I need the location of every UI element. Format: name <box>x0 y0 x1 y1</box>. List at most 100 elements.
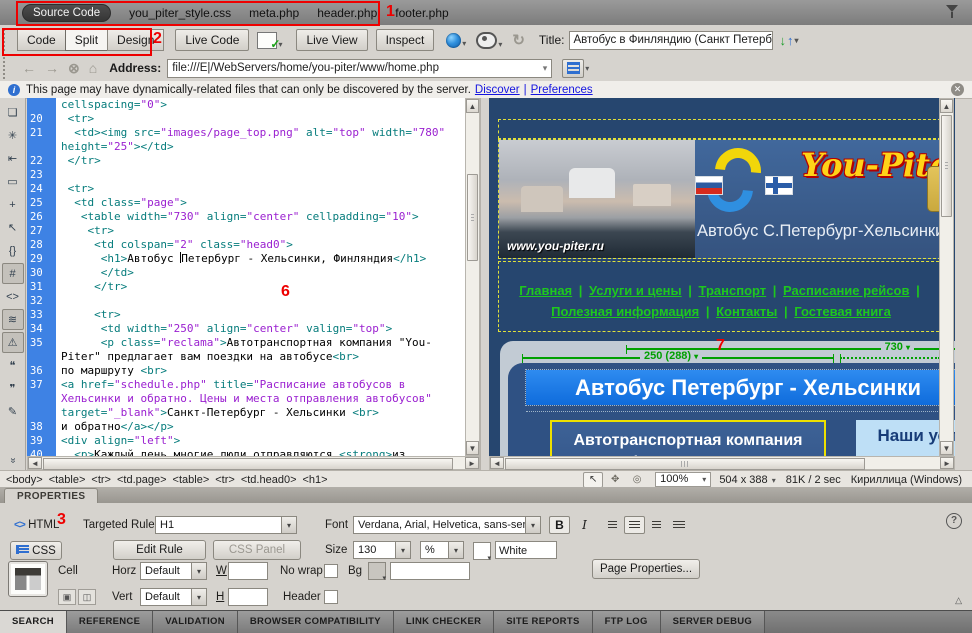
format-source-icon[interactable]: ✎ <box>2 401 24 422</box>
preview-in-browser-icon[interactable]: ▾ <box>446 33 466 48</box>
scroll-right-icon[interactable]: ► <box>465 457 479 469</box>
results-tab-search[interactable]: SEARCH <box>0 611 67 633</box>
design-horizontal-scrollbar[interactable]: ◄ ► <box>489 456 955 470</box>
design-scroll-thumb[interactable] <box>941 115 952 217</box>
select-parent-tag-icon[interactable]: ↖ <box>2 217 24 238</box>
related-file-tab[interactable]: footer.php <box>395 6 448 20</box>
collapse-selection-icon[interactable]: ▭ <box>2 171 24 192</box>
code-vertical-scrollbar[interactable]: ▲ ▼ <box>465 98 480 456</box>
column-width-bar-250[interactable]: 250 (288) ▾ <box>522 357 834 359</box>
navbar-grip[interactable] <box>3 57 10 79</box>
italic-button[interactable]: I <box>574 516 595 534</box>
results-tab-link-checker[interactable]: LINK CHECKER <box>394 611 494 633</box>
site-nav-link[interactable]: Гостевая книга <box>794 304 891 319</box>
split-cell-icon[interactable]: ◫ <box>78 589 96 605</box>
targeted-rule-dropdown[interactable]: H1 ▾ <box>155 516 297 534</box>
hand-tool-icon[interactable]: ✥ <box>605 472 625 488</box>
file-management-icon[interactable]: ↓ ↑ ▾ <box>779 33 798 48</box>
tag-selector-item[interactable]: <h1> <box>303 474 328 486</box>
word-wrap-icon[interactable]: ≋ <box>2 309 24 330</box>
align-justify-button[interactable] <box>668 516 689 534</box>
bg-color-swatch[interactable] <box>368 562 386 580</box>
site-page-body[interactable]: 730 ▾ 250 (288) ▾ Авто <box>500 341 955 456</box>
refresh-icon[interactable]: ↻ <box>512 31 525 49</box>
column-width-label-250[interactable]: 250 (288) ▾ <box>640 350 702 362</box>
address-dropdown-icon[interactable]: ▾ <box>543 60 548 77</box>
back-icon[interactable]: ← <box>22 60 36 76</box>
scroll-up-icon[interactable]: ▲ <box>940 99 953 113</box>
reclama-box[interactable]: Автотранспортная компания "You-Piter" пр… <box>550 420 826 456</box>
split-view-button[interactable]: Split <box>65 29 108 51</box>
highlight-invalid-code-icon[interactable]: <> <box>2 286 24 307</box>
tag-selector-item[interactable]: <table> <box>49 474 86 486</box>
close-info-bar-icon[interactable]: ✕ <box>951 83 964 96</box>
remove-comment-icon[interactable]: ❞ <box>2 378 24 399</box>
site-nav-link[interactable]: Главная <box>519 283 572 298</box>
results-tab-ftp-log[interactable]: FTP LOG <box>593 611 661 633</box>
site-nav-link[interactable]: Полезная информация <box>551 304 699 319</box>
select-tool-icon[interactable]: ↖ <box>583 472 603 488</box>
edit-rule-button[interactable]: Edit Rule <box>113 540 206 560</box>
code-editor[interactable]: cellspacing="0">20 <tr>21 <td><img src="… <box>27 98 465 456</box>
syntax-error-alerts-icon[interactable]: ⚠ <box>2 332 24 353</box>
cell-width-input[interactable] <box>228 562 268 580</box>
tag-selector-item[interactable]: <tr> <box>91 474 111 486</box>
merge-cells-icon[interactable]: ▣ <box>58 589 76 605</box>
forward-icon[interactable]: → <box>45 60 59 76</box>
results-tab-server-debug[interactable]: SERVER DEBUG <box>661 611 765 633</box>
site-nav-link[interactable]: Контакты <box>716 304 777 319</box>
code-navigator-icon[interactable]: ✳ <box>2 125 24 146</box>
check-browser-compatibility-icon[interactable]: ✓ ▾ <box>257 32 282 49</box>
open-documents-icon[interactable]: ❏ <box>2 102 24 123</box>
design-view-button[interactable]: Design <box>107 29 164 51</box>
expand-all-icon[interactable]: + <box>2 194 24 215</box>
html-mode-button[interactable]: <> HTML <box>14 519 59 531</box>
related-file-tab[interactable]: you_piter_style.css <box>129 6 231 20</box>
discover-link[interactable]: Discover <box>475 84 520 96</box>
magnification-dropdown[interactable]: 100% ▾ <box>655 472 711 487</box>
results-tab-reference[interactable]: REFERENCE <box>67 611 153 633</box>
scroll-left-icon[interactable]: ◄ <box>490 457 504 469</box>
code-horizontal-scrollbar[interactable]: ◄ ► <box>27 456 480 470</box>
size-unit-dropdown[interactable]: % ▾ <box>420 541 464 559</box>
document-title-input[interactable]: Автобус в Финляндию (Санкт Петербург - Х… <box>569 31 773 50</box>
results-tab-validation[interactable]: VALIDATION <box>153 611 238 633</box>
collapse-panel-icon[interactable]: △ <box>955 595 962 606</box>
scroll-right-icon[interactable]: ► <box>940 457 954 469</box>
results-tab-site-reports[interactable]: SITE REPORTS <box>494 611 592 633</box>
site-nav-link[interactable]: Транспорт <box>699 283 767 298</box>
design-vertical-scrollbar[interactable]: ▲ ▼ <box>939 98 954 456</box>
line-numbers-icon[interactable]: # <box>2 263 24 284</box>
align-right-button[interactable] <box>646 516 667 534</box>
css-mode-button[interactable]: CSS <box>10 541 62 560</box>
tag-selector-item[interactable]: <td.head0> <box>241 474 297 486</box>
tag-selector-item[interactable]: <table> <box>173 474 210 486</box>
toolbar-grip[interactable] <box>3 29 10 51</box>
live-view-button[interactable]: Live View <box>296 29 367 51</box>
browser-list-button[interactable] <box>562 59 584 78</box>
site-banner[interactable]: www.you-piter.ru You-Piter Автобус С.Пет… <box>498 139 946 259</box>
tag-selector-item[interactable]: <body> <box>6 474 43 486</box>
address-input[interactable]: file:///E|/WebServers/home/you-piter/www… <box>167 59 552 78</box>
horz-dropdown[interactable]: Default ▾ <box>140 562 207 580</box>
scroll-down-icon[interactable]: ▼ <box>466 441 479 455</box>
header-checkbox[interactable] <box>324 590 338 604</box>
align-center-button[interactable] <box>624 516 645 534</box>
inspect-button[interactable]: Inspect <box>376 29 435 51</box>
css-panel-button[interactable]: CSS Panel <box>213 540 301 560</box>
related-file-tab[interactable]: header.php <box>317 6 377 20</box>
table-width-label-730[interactable]: 730 ▾ <box>881 341 914 353</box>
window-size-control[interactable]: 504 x 388 ▾ <box>719 474 775 486</box>
vert-dropdown[interactable]: Default ▾ <box>140 588 207 606</box>
font-dropdown[interactable]: Verdana, Arial, Helvetica, sans-serif ▾ <box>353 516 541 534</box>
bg-color-input[interactable] <box>390 562 470 580</box>
filter-icon[interactable] <box>946 5 960 19</box>
visual-aids-icon[interactable]: ▾ <box>476 32 502 49</box>
zoom-tool-icon[interactable]: ◎ <box>627 472 647 488</box>
collapse-full-tag-icon[interactable]: ⇤ <box>2 148 24 169</box>
no-wrap-checkbox[interactable] <box>324 564 338 578</box>
bold-button[interactable]: B <box>549 516 570 534</box>
column-width-bar-right[interactable] <box>840 357 940 359</box>
scroll-down-icon[interactable]: ▼ <box>940 441 953 455</box>
results-tab-browser-compatibility[interactable]: BROWSER COMPATIBILITY <box>238 611 394 633</box>
